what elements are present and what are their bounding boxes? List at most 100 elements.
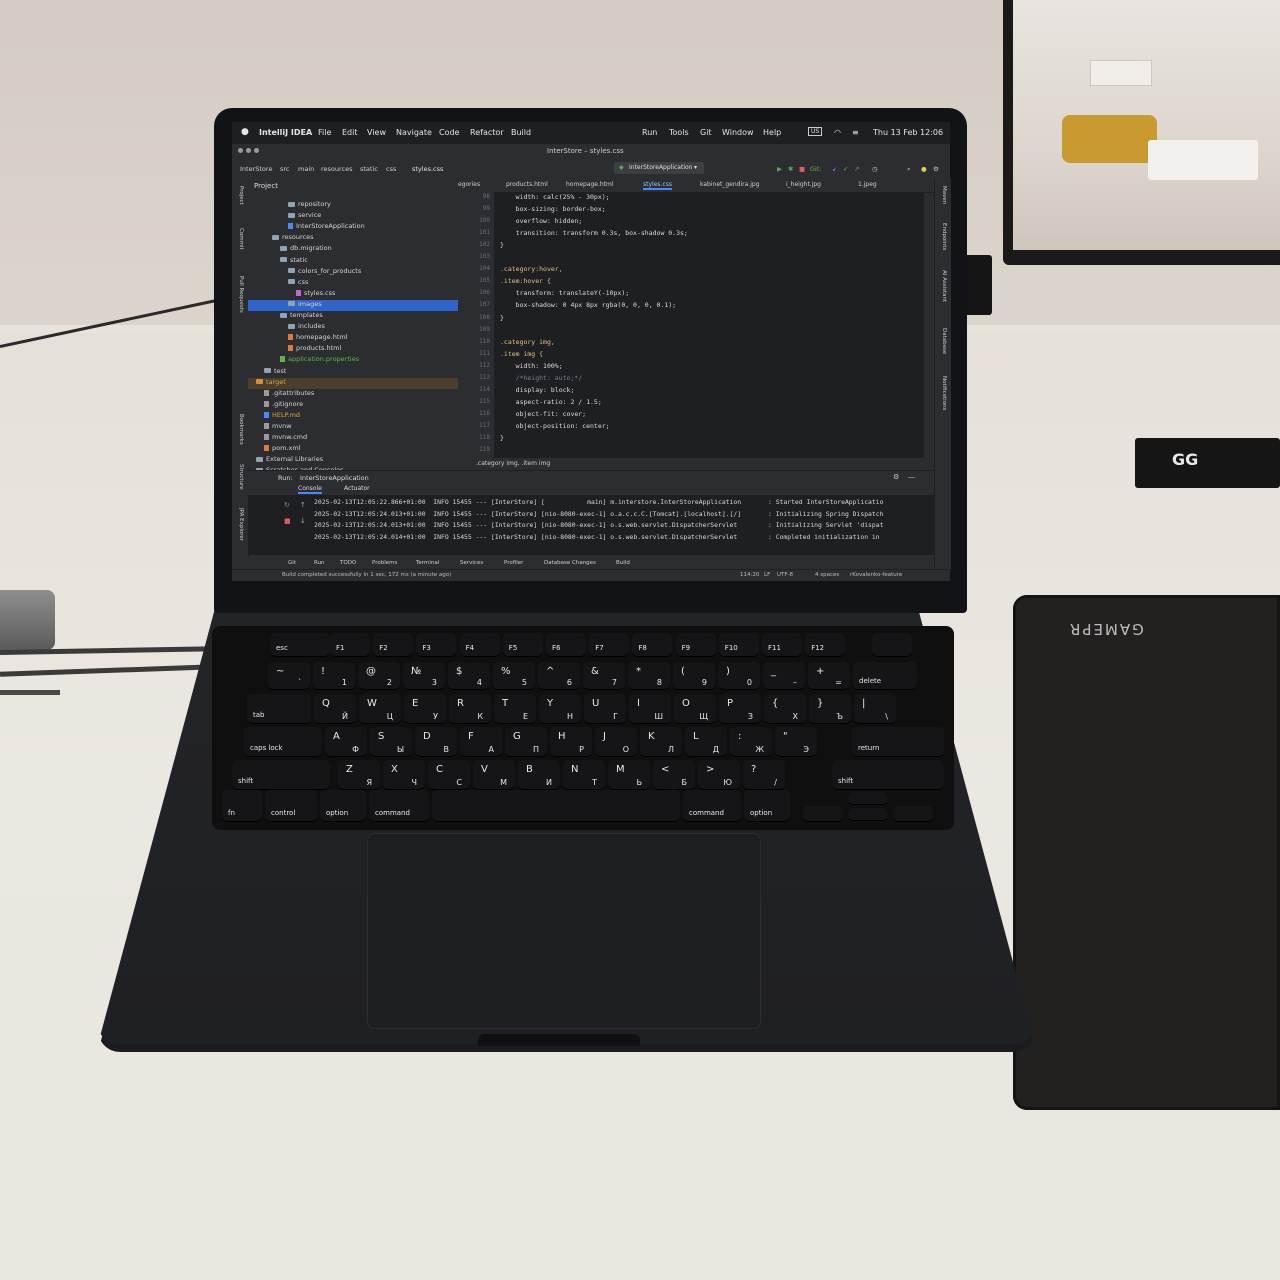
number-row-key[interactable]: + = (808, 662, 850, 690)
tool-ai-assistant[interactable]: AI Assistant (941, 270, 947, 302)
menu-window[interactable]: Window (722, 128, 754, 137)
tool-tab[interactable]: Services (460, 560, 483, 566)
function-key[interactable]: F3 (416, 633, 457, 657)
search-icon[interactable]: ⌕ (907, 165, 911, 174)
letter-key[interactable]: tab (247, 694, 311, 724)
input-source-badge[interactable]: US (808, 127, 823, 136)
number-row-key[interactable]: _ – (763, 662, 805, 690)
right-arrow-key[interactable] (893, 806, 933, 822)
breadcrumb-file[interactable]: styles.css (412, 165, 443, 173)
letter-key[interactable]: {Х (764, 694, 806, 724)
tool-tab[interactable]: Git (288, 560, 296, 566)
menu-run[interactable]: Run (642, 128, 657, 137)
letter-key[interactable]: YН (539, 694, 581, 724)
tool-tab[interactable]: Run (314, 560, 325, 566)
tool-database[interactable]: Database (941, 328, 947, 354)
letter-key[interactable]: ? / (743, 760, 785, 790)
letter-key[interactable]: XЧ (383, 760, 425, 790)
indent-setting[interactable]: 4 spaces (815, 572, 839, 578)
menu-tools[interactable]: Tools (669, 128, 689, 137)
letter-key[interactable]: ZЯ (338, 760, 380, 790)
settings-icon[interactable]: ⚙ (893, 473, 899, 481)
tab-console[interactable]: Console (298, 485, 322, 494)
tool-endpoints[interactable]: Endpoints (941, 223, 947, 250)
letter-key[interactable]: shift (832, 760, 944, 790)
control-center-icon[interactable]: ≡ (852, 128, 859, 137)
ai-assistant-icon[interactable]: ● (921, 165, 927, 173)
modifier-key[interactable]: option (320, 790, 366, 822)
trackpad[interactable] (367, 833, 761, 1029)
letter-key[interactable]: PЗ (719, 694, 761, 724)
apple-icon[interactable]: ● (241, 127, 249, 137)
down-arrow-key[interactable] (848, 808, 888, 821)
letter-key[interactable]: GП (505, 727, 547, 757)
run-configuration-select[interactable]: ◆ InterStoreApplication ▾ (614, 162, 704, 174)
tool-bookmarks[interactable]: Bookmarks (238, 414, 244, 445)
letter-key[interactable]: | \ (854, 694, 896, 724)
modifier-key[interactable]: command (683, 790, 741, 822)
touch-id-key[interactable] (872, 633, 912, 657)
letter-key[interactable]: BИ (518, 760, 560, 790)
function-key[interactable]: F11 (762, 633, 802, 657)
close-window-icon[interactable] (238, 148, 243, 153)
tree-item[interactable]: mvnw (248, 422, 474, 433)
letter-key[interactable]: caps lock (244, 727, 322, 757)
letter-key[interactable]: SЫ (370, 727, 412, 757)
git-commit-icon[interactable]: ✓ (843, 165, 848, 173)
minimize-icon[interactable]: — (908, 473, 915, 481)
number-row-key[interactable]: * 8 (628, 662, 670, 690)
letter-key[interactable]: JО (595, 727, 637, 757)
line-separator[interactable]: LF (764, 572, 770, 578)
function-key[interactable]: F9 (675, 633, 716, 657)
tree-item[interactable]: .gitignore (248, 400, 474, 411)
menu-edit[interactable]: Edit (342, 128, 358, 137)
tree-item[interactable]: test (248, 367, 474, 378)
number-row-key[interactable]: & 7 (583, 662, 625, 690)
letter-key[interactable]: VМ (473, 760, 515, 790)
tool-tab[interactable]: TODO (340, 560, 356, 566)
function-key[interactable]: F10 (718, 633, 759, 657)
function-key[interactable]: esc (270, 633, 330, 657)
run-config-tab[interactable]: InterStoreApplication (300, 474, 369, 482)
modifier-key[interactable]: command (369, 790, 429, 822)
rerun-icon[interactable]: ↻ (284, 501, 290, 509)
number-row-key[interactable]: $4 (448, 662, 490, 690)
letter-key[interactable]: AФ (325, 727, 367, 757)
left-arrow-key[interactable] (803, 806, 843, 822)
menubar-app-name[interactable]: IntelliJ IDEA (259, 128, 312, 137)
menu-build[interactable]: Build (511, 128, 531, 137)
function-key[interactable]: F12 (805, 633, 846, 657)
editor-tab[interactable]: products.html (506, 181, 548, 188)
letter-key[interactable]: KЛ (640, 727, 682, 757)
letter-key[interactable]: QЙ (314, 694, 356, 724)
menu-file[interactable]: File (318, 128, 331, 137)
letter-key[interactable]: shift (232, 760, 330, 790)
number-row-key[interactable]: delete (853, 662, 917, 690)
letter-key[interactable]: RК (449, 694, 491, 724)
tool-jpa-explorer[interactable]: JPA Explorer (238, 508, 244, 541)
run-icon[interactable]: ▶ (777, 165, 782, 173)
stop-icon[interactable]: ■ (284, 517, 291, 525)
minimize-window-icon[interactable] (246, 148, 251, 153)
modifier-key[interactable]: fn (222, 790, 262, 822)
function-key[interactable]: F7 (589, 633, 630, 657)
tree-item[interactable]: pom.xml (248, 444, 474, 455)
history-icon[interactable]: ◷ (872, 165, 878, 173)
breadcrumb-css[interactable]: css (386, 165, 396, 173)
number-row-key[interactable]: ^ 6 (538, 662, 580, 690)
project-pane-title[interactable]: Project (254, 182, 278, 190)
breadcrumb-project[interactable]: InterStore (240, 165, 272, 173)
tool-tab[interactable]: Database Changes (544, 560, 596, 566)
letter-key[interactable]: FА (460, 727, 502, 757)
tree-item[interactable]: mvnw.cmd (248, 433, 474, 444)
number-row-key[interactable]: ! 1 (313, 662, 355, 690)
git-update-icon[interactable]: ↙ (832, 165, 837, 173)
function-key[interactable]: F5 (502, 633, 543, 657)
file-encoding[interactable]: UTF-8 (777, 572, 793, 578)
settings-icon[interactable]: ⚙ (933, 165, 939, 173)
menubar-clock[interactable]: Thu 13 Feb 12:06 (873, 128, 943, 137)
number-row-key[interactable]: ) 0 (718, 662, 760, 690)
letter-key[interactable]: IШ (629, 694, 671, 724)
breadcrumb-resources[interactable]: resources (321, 165, 353, 173)
letter-key[interactable]: > Ю (698, 760, 740, 790)
